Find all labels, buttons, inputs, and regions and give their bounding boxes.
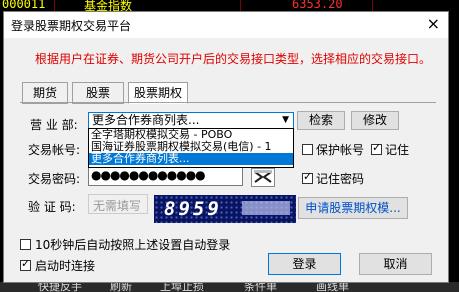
login-button[interactable]: 登录 [268, 253, 341, 275]
apply-stock-option-button[interactable]: 申请股票期权模... [298, 197, 408, 219]
captcha-placeholder: 无需填写 [93, 199, 142, 213]
close-icon[interactable]: × [427, 14, 440, 33]
login-dialog: 登录股票期权交易平台 × 根据用户在证券、期货公司开户后的交易接口类型，选择相应… [3, 11, 449, 283]
remember-account-label: 记住 [385, 143, 410, 157]
broker-dropdown-list: 全字塔期权模拟交易 - POBO 国海证券股票期权模拟交易(电信) - 1 更多… [88, 128, 294, 168]
captcha-code: 8959 [164, 198, 222, 220]
protect-account-checkbox[interactable] [302, 144, 313, 155]
broker-select[interactable]: 更多合作券商列表... ▼ [88, 112, 294, 129]
remember-password-checkbox[interactable] [302, 170, 313, 184]
notice-text: 根据用户在证券、期货公司开户后的交易接口类型，选择相应的交易接口。 [35, 52, 432, 66]
toolbar-item[interactable]: 快捷反手 [38, 282, 82, 292]
title-bar[interactable]: 登录股票期权交易平台 × [4, 12, 448, 38]
auto-login-checkbox[interactable] [20, 239, 31, 250]
captcha-input: 无需填写 [88, 194, 148, 214]
tab-stock-options[interactable]: 股票期权 [128, 82, 188, 104]
toolbar-item[interactable]: 上埠止损 [160, 282, 204, 292]
captcha-label: 验 证 码: [28, 200, 76, 214]
tab-panel-border [20, 102, 436, 103]
connect-on-start-label: 启动时连接 [35, 259, 96, 273]
account-label: 交易帐号: [28, 143, 81, 157]
remember-password-label: 记住密码 [316, 172, 365, 186]
toolbar-item[interactable]: 条件单 [244, 282, 277, 292]
broker-select-value: 更多合作券商列表... [92, 113, 200, 127]
tab-futures[interactable]: 期货 [22, 82, 68, 104]
toolbar-item[interactable]: 画线单 [316, 282, 349, 292]
toolbar-item[interactable]: 刷新 [110, 282, 132, 292]
broker-label: 营 业 部: [30, 118, 78, 132]
quote-value: 6353.20 [292, 0, 343, 11]
remember-account-checkbox[interactable] [371, 141, 382, 155]
captcha-noise [242, 201, 290, 215]
dialog-title: 登录股票期权交易平台 [11, 19, 132, 33]
background-toolbar: 快捷反手 刷新 上埠止损 条件单 画线单 [0, 282, 459, 292]
captcha-image[interactable]: 8959 [154, 195, 296, 223]
tab-stocks[interactable]: 股票 [72, 82, 124, 104]
keyboard-icon[interactable] [251, 168, 275, 187]
password-value: ●●●●●●●●●●●● [91, 168, 206, 182]
password-input[interactable]: ●●●●●●●●●●●● [88, 166, 243, 186]
quote-code: 000011 [2, 0, 46, 11]
dropdown-option-selected[interactable]: 更多合作券商列表... [89, 153, 293, 165]
password-label: 交易密码: [28, 172, 81, 186]
auto-login-label: 10秒钟后自动按照上述设置自动登录 [35, 238, 231, 252]
chevron-down-icon[interactable]: ▼ [282, 113, 289, 128]
edit-button[interactable]: 修改 [351, 111, 399, 130]
search-button[interactable]: 检索 [297, 111, 345, 130]
connect-on-start-checkbox[interactable] [20, 257, 31, 271]
protect-account-label: 保护帐号 [316, 143, 365, 157]
cancel-button[interactable]: 取消 [359, 253, 432, 275]
